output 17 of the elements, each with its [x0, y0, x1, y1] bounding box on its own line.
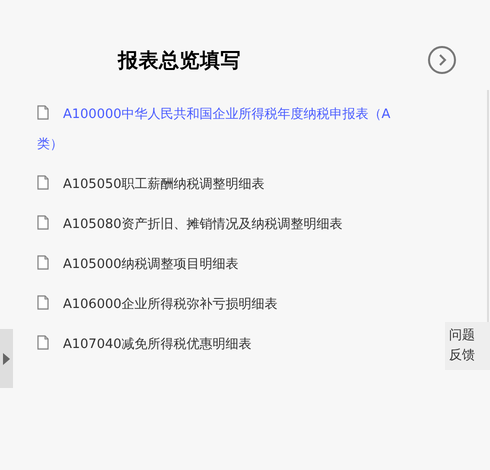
document-icon [37, 335, 49, 350]
next-button[interactable] [428, 46, 456, 74]
expand-arrow-icon [3, 352, 10, 364]
report-link[interactable]: A105050职工薪酬纳税调整明细表 [37, 170, 412, 200]
feedback-button[interactable]: 问题反馈 [445, 322, 490, 370]
document-icon [37, 175, 49, 190]
report-link[interactable]: A107040减免所得税优惠明细表 [37, 330, 412, 360]
report-link[interactable]: A105000纳税调整项目明细表 [37, 250, 412, 280]
report-link[interactable]: A100000中华人民共和国企业所得税年度纳税申报表（A类） [37, 100, 412, 160]
document-icon [37, 105, 49, 120]
page-title: 报表总览填写 [118, 46, 242, 74]
document-icon [37, 215, 49, 230]
expand-tab[interactable] [0, 329, 13, 388]
report-link[interactable]: A105080资产折旧、摊销情况及纳税调整明细表 [37, 210, 412, 240]
report-link[interactable]: A106000企业所得税弥补亏损明细表 [37, 290, 412, 320]
document-icon [37, 295, 49, 310]
document-icon [37, 255, 49, 270]
